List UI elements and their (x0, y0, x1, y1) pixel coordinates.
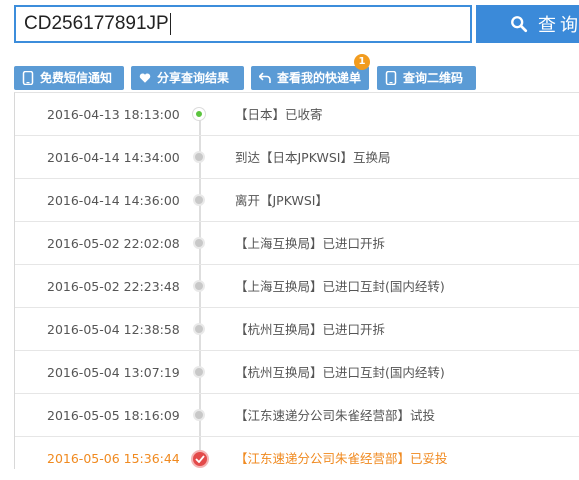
qr-code-button[interactable]: 查询二维码 (377, 66, 476, 90)
timeline-row-current: 2016-05-06 15:36:44 【江东速递分公司朱雀经营部】已妥投 (15, 437, 579, 480)
timeline-dot-icon (193, 409, 205, 421)
heart-icon (139, 73, 151, 83)
check-icon (191, 450, 209, 468)
timeline-dot-icon (193, 151, 205, 163)
text-caret (169, 12, 171, 35)
view-my-shipments-label: 查看我的快递单 (276, 71, 361, 85)
back-arrow-icon (259, 72, 271, 83)
phone-icon (385, 71, 397, 85)
share-result-label: 分享查询结果 (157, 71, 230, 85)
tracking-number-input[interactable]: CD256177891JP (14, 5, 472, 43)
event-time: 2016-05-04 12:38:58 (47, 322, 180, 337)
event-time: 2016-05-06 15:36:44 (47, 451, 180, 466)
timeline-dot-icon (193, 194, 205, 206)
timeline-dot-icon (193, 366, 205, 378)
event-desc: 到达【日本JPKWSI】互换局 (235, 150, 391, 165)
event-desc: 【杭州互换局】已进口互封(国内经转) (235, 365, 445, 380)
search-button-label: 查询 (538, 15, 579, 36)
shipment-count-badge: 1 (354, 54, 370, 70)
tracking-timeline: 2016-04-13 18:13:00 【日本】已收寄 2016-04-14 1… (14, 92, 579, 469)
phone-icon (22, 71, 34, 85)
event-desc: 【江东速递分公司朱雀经营部】试投 (235, 408, 436, 423)
search-icon (511, 16, 528, 33)
timeline-row: 2016-05-04 13:07:19 【杭州互换局】已进口互封(国内经转) (15, 351, 579, 394)
event-desc: 【上海互换局】已进口开拆 (235, 236, 386, 251)
sms-notify-button[interactable]: 免费短信通知 (14, 66, 124, 90)
event-time: 2016-05-04 13:07:19 (47, 365, 180, 380)
event-desc: 【杭州互换局】已进口开拆 (235, 322, 386, 337)
event-time: 2016-04-14 14:34:00 (47, 150, 180, 165)
search-button[interactable]: 查询 (476, 5, 579, 43)
event-desc: 【江东速递分公司朱雀经营部】已妥投 (235, 451, 448, 466)
view-my-shipments-button[interactable]: 查看我的快递单 (251, 66, 369, 90)
event-time: 2016-05-02 22:02:08 (47, 236, 180, 251)
share-result-button[interactable]: 分享查询结果 (131, 66, 244, 90)
event-time: 2016-05-02 22:23:48 (47, 279, 180, 294)
timeline-row: 2016-05-02 22:23:48 【上海互换局】已进口互封(国内经转) (15, 265, 579, 308)
search-bar: CD256177891JP 查询 (0, 0, 579, 52)
event-time: 2016-05-05 18:16:09 (47, 408, 180, 423)
qr-code-label: 查询二维码 (403, 71, 464, 85)
timeline-dot-icon (193, 280, 205, 292)
timeline-dot-icon (193, 323, 205, 335)
timeline-row: 2016-04-13 18:13:00 【日本】已收寄 (15, 93, 579, 136)
timeline-row: 2016-04-14 14:36:00 离开【JPKWSI】 (15, 179, 579, 222)
event-time: 2016-04-14 14:36:00 (47, 193, 180, 208)
timeline-dot-icon (193, 237, 205, 249)
timeline-row: 2016-05-04 12:38:58 【杭州互换局】已进口开拆 (15, 308, 579, 351)
event-desc: 【日本】已收寄 (235, 107, 323, 122)
sms-notify-label: 免费短信通知 (40, 71, 113, 85)
timeline-row: 2016-05-02 22:02:08 【上海互换局】已进口开拆 (15, 222, 579, 265)
start-dot-icon (193, 108, 205, 120)
event-desc: 【上海互换局】已进口互封(国内经转) (235, 279, 445, 294)
event-time: 2016-04-13 18:13:00 (47, 107, 180, 122)
timeline-row: 2016-04-14 14:34:00 到达【日本JPKWSI】互换局 (15, 136, 579, 179)
event-desc: 离开【JPKWSI】 (235, 193, 328, 208)
timeline-row: 2016-05-05 18:16:09 【江东速递分公司朱雀经营部】试投 (15, 394, 579, 437)
